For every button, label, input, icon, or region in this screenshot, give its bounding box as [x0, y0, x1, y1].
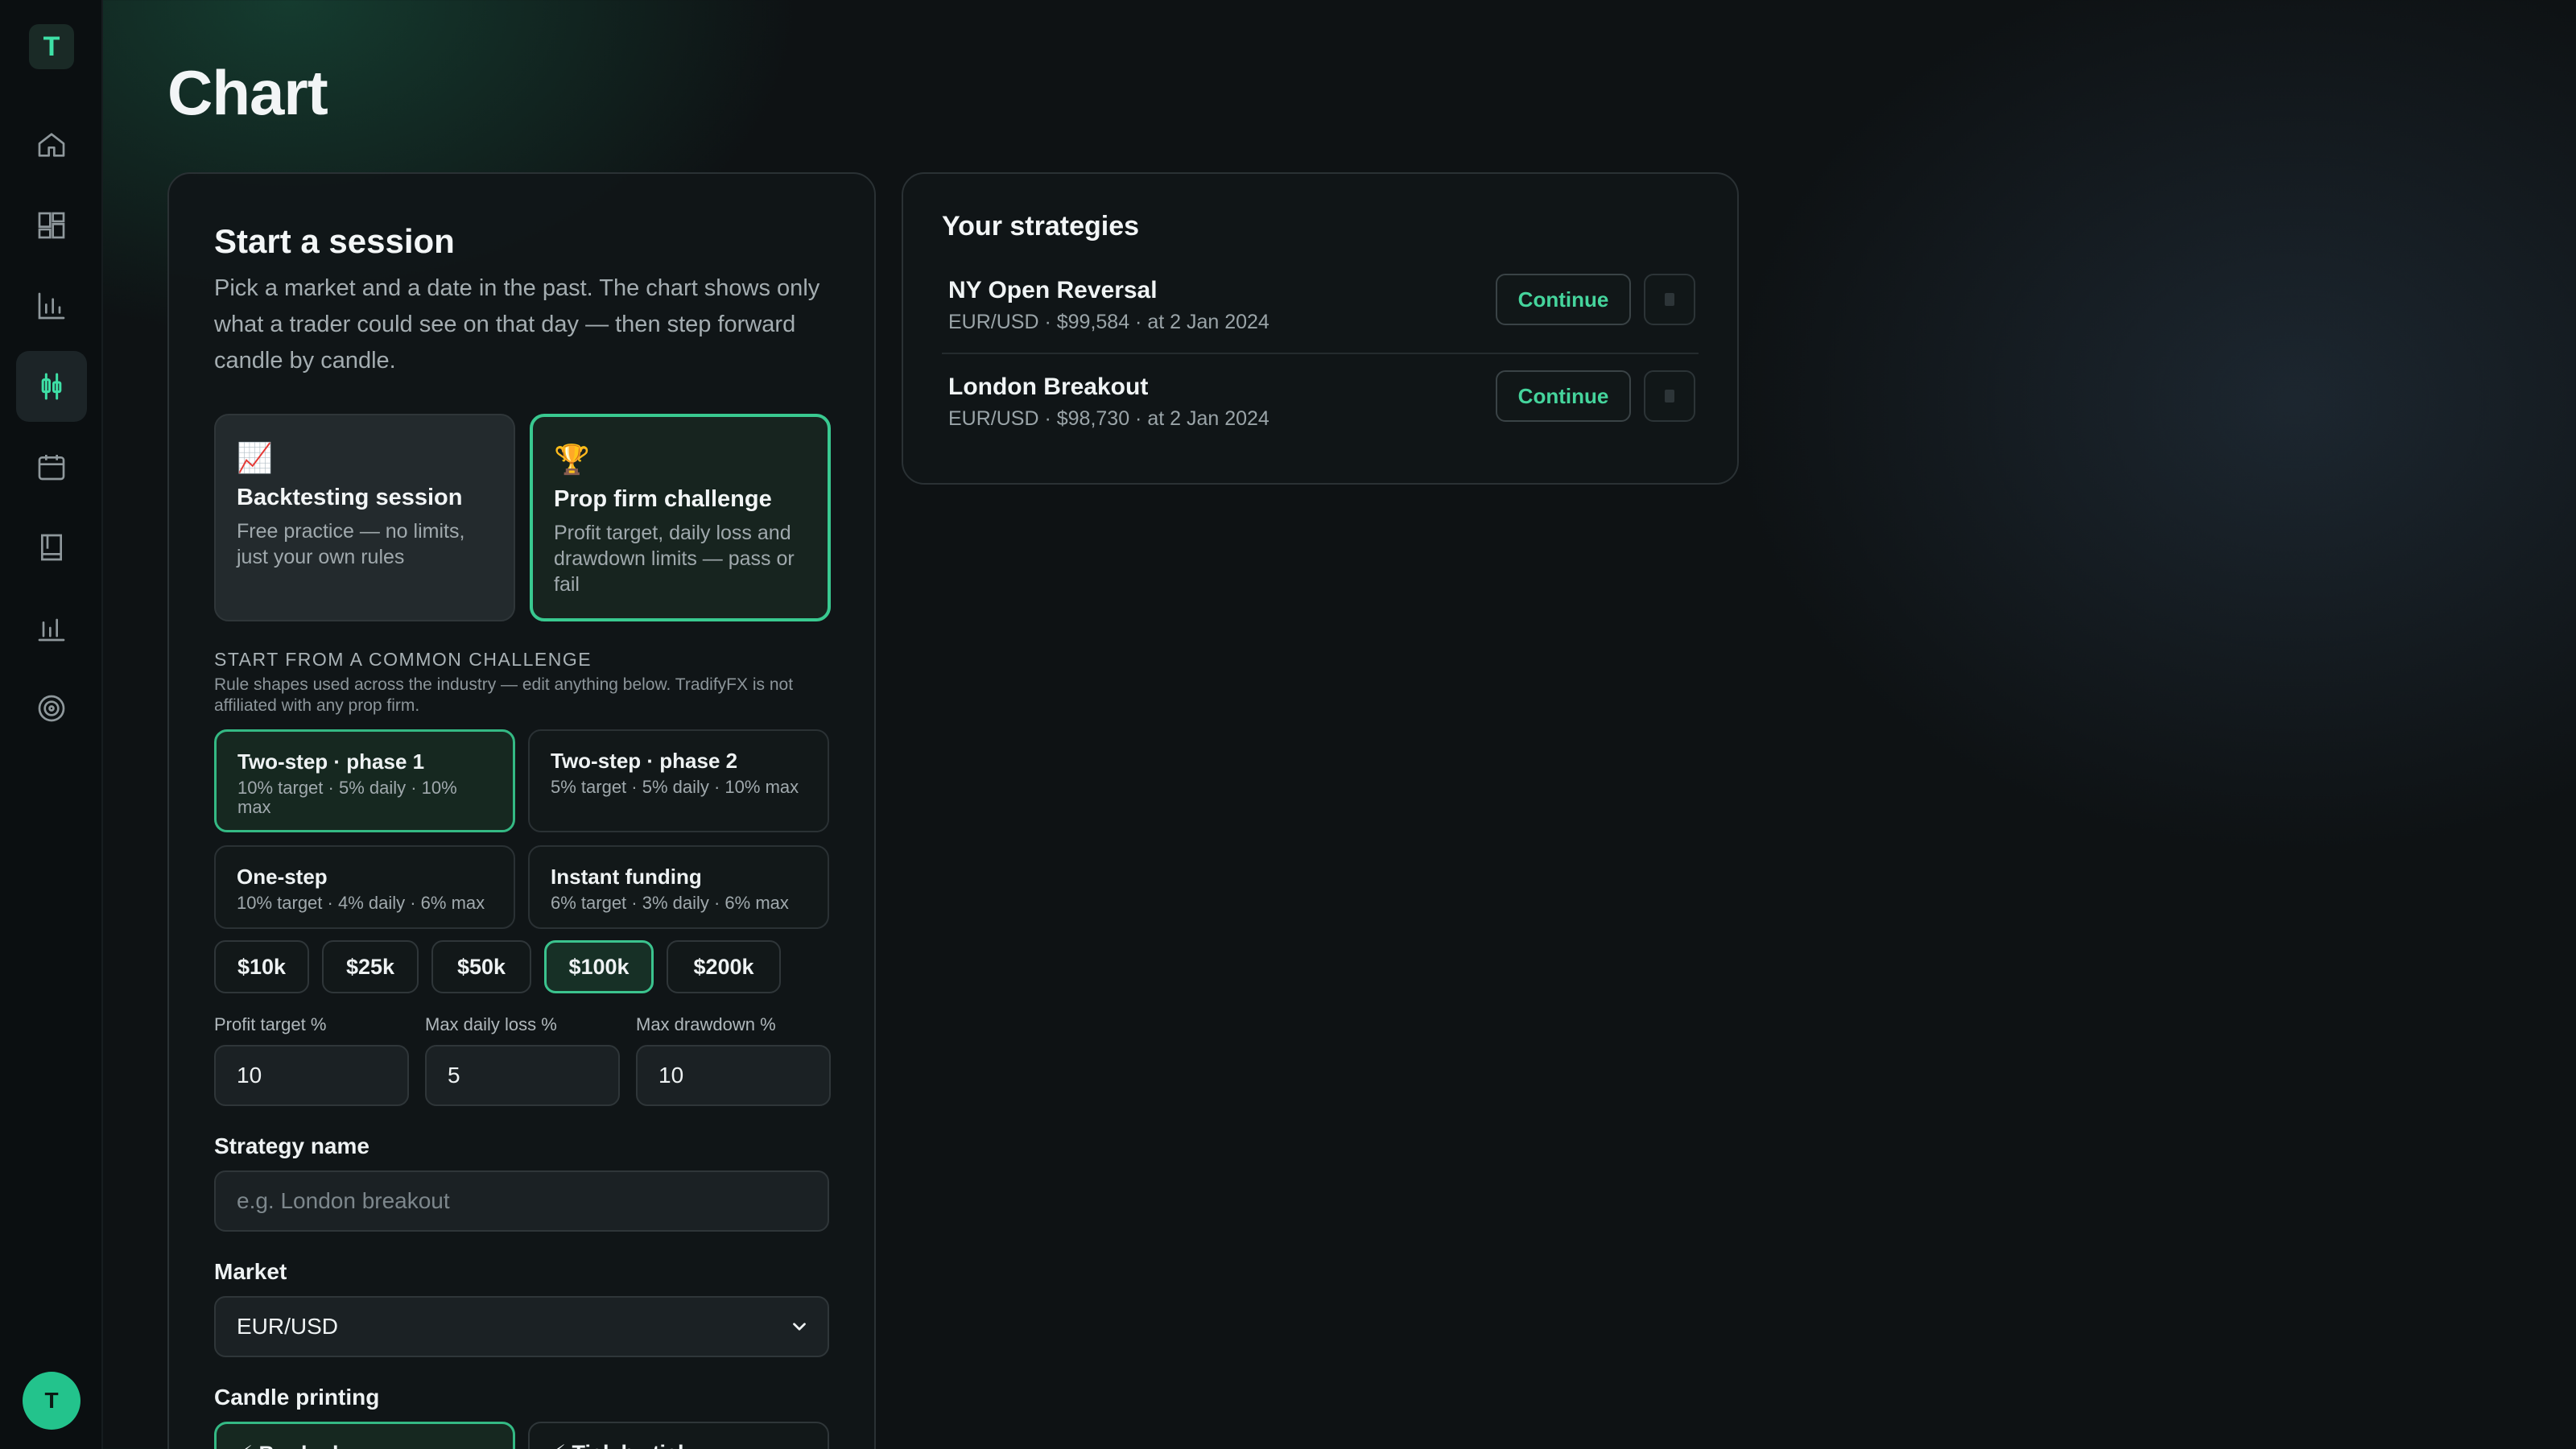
- delete-button[interactable]: [1644, 370, 1695, 422]
- row-divider: [942, 353, 1699, 354]
- chevron-down-icon: [793, 1323, 806, 1331]
- size-chip-10k[interactable]: $10k: [214, 940, 309, 993]
- preset-title: Instant funding: [551, 865, 702, 889]
- mode-title: Backtesting session: [237, 485, 463, 510]
- target-icon: [38, 695, 65, 722]
- market-value: EUR/USD: [237, 1314, 339, 1339]
- home-nav[interactable]: [16, 109, 87, 180]
- strategy-name-label: Strategy name: [214, 1133, 369, 1158]
- candle-printing-label: Candle printing: [214, 1385, 380, 1410]
- dashboard-icon: [38, 212, 65, 239]
- preset-title: One-step: [237, 865, 328, 889]
- session-description: Pick a market and a date in the past. Th…: [214, 275, 820, 374]
- market-select[interactable]: EUR/USD: [214, 1296, 829, 1357]
- preset-one-step[interactable]: One-step 10% target · 4% daily · 6% max: [214, 845, 515, 929]
- preset-two-step-phase-2[interactable]: Two-step · phase 2 5% target · 5% daily …: [528, 729, 829, 832]
- strategies-title: Your strategies: [942, 211, 1140, 242]
- app-logo[interactable]: T: [29, 24, 74, 69]
- preset-title: Two-step · phase 2: [551, 749, 738, 773]
- analytics-nav[interactable]: [16, 270, 87, 341]
- candle-printing-option-tick[interactable]: ⚡ Tick by tick: [528, 1422, 829, 1449]
- strategies-panel: Your strategies NY Open Reversal EUR/USD…: [902, 172, 1739, 485]
- chart-nav[interactable]: [16, 351, 87, 422]
- common-challenge-heading: START FROM A COMMON CHALLENGE: [214, 649, 592, 670]
- candle-option-label: ⚡ Tick by tick: [551, 1441, 690, 1449]
- delete-button[interactable]: [1644, 274, 1695, 325]
- preset-description: 10% target · 4% daily · 6% max: [237, 893, 485, 913]
- page-title: Chart: [167, 57, 328, 128]
- calendar-nav[interactable]: [16, 431, 87, 502]
- session-title: Start a session: [214, 222, 455, 260]
- size-chip-200k[interactable]: $200k: [667, 940, 781, 993]
- mode-description: Free practice — no limits, just your own…: [237, 520, 465, 568]
- reports-nav[interactable]: [16, 592, 87, 663]
- preset-two-step-phase-1[interactable]: Two-step · phase 1 10% target · 5% daily…: [214, 729, 515, 832]
- strategy-name: NY Open Reversal: [948, 277, 1158, 303]
- preset-description: 10% target · 5% daily · 10% max: [237, 778, 457, 817]
- common-challenge-note: Rule shapes used across the industry — e…: [214, 675, 794, 715]
- strategy-name: London Breakout: [948, 374, 1149, 400]
- continue-button[interactable]: Continue: [1496, 370, 1631, 422]
- mode-description: Profit target, daily loss and drawdown l…: [554, 522, 795, 596]
- strategy-row: London Breakout EUR/USD · $98,730 · at 2…: [942, 362, 1699, 456]
- max-drawdown-label: Max drawdown %: [636, 1014, 776, 1034]
- calendar-icon: [38, 455, 65, 481]
- preset-instant-funding[interactable]: Instant funding 6% target · 3% daily · 6…: [528, 845, 829, 929]
- trash-icon: [1665, 293, 1674, 306]
- dashboard-nav[interactable]: [16, 190, 87, 261]
- start-session-panel: Start a session Pick a market and a date…: [167, 172, 876, 1449]
- preset-description: 5% target · 5% daily · 10% max: [551, 777, 799, 797]
- profit-target-label: Profit target %: [214, 1014, 327, 1034]
- preset-title: Two-step · phase 1: [237, 749, 425, 774]
- journal-nav[interactable]: [16, 512, 87, 583]
- trophy-icon: 🏆: [554, 443, 590, 476]
- strategy-name-input[interactable]: e.g. London breakout: [214, 1170, 829, 1232]
- preset-description: 6% target · 3% daily · 6% max: [551, 893, 789, 913]
- trash-icon: [1665, 390, 1674, 402]
- stats-icon: [38, 618, 65, 642]
- max-drawdown-input[interactable]: 10: [636, 1045, 831, 1106]
- goals-nav[interactable]: [16, 673, 87, 744]
- candlestick-icon: [41, 373, 62, 400]
- size-chip-50k[interactable]: $50k: [431, 940, 531, 993]
- mode-title: Prop firm challenge: [554, 486, 772, 512]
- user-avatar[interactable]: T: [23, 1372, 80, 1430]
- candle-option-label: ⚡ Bar by bar: [237, 1442, 366, 1449]
- continue-button[interactable]: Continue: [1496, 274, 1631, 325]
- strategy-meta: EUR/USD · $99,584 · at 2 Jan 2024: [948, 311, 1269, 333]
- chart-up-icon: 📈: [237, 441, 273, 474]
- sidebar: T T: [0, 0, 103, 1449]
- home-icon: [38, 133, 65, 157]
- mode-backtesting-card[interactable]: 📈 Backtesting session Free practice — no…: [214, 414, 515, 621]
- max-daily-loss-input[interactable]: 5: [425, 1045, 620, 1106]
- candle-printing-option-bar[interactable]: ⚡ Bar by bar: [214, 1422, 515, 1449]
- size-chip-100k[interactable]: $100k: [544, 940, 654, 993]
- strategy-row: NY Open Reversal EUR/USD · $99,584 · at …: [942, 266, 1699, 359]
- max-daily-loss-label: Max daily loss %: [425, 1014, 557, 1034]
- bar-chart-icon: [38, 292, 65, 320]
- book-icon: [41, 534, 62, 561]
- mode-prop-firm-card[interactable]: 🏆 Prop firm challenge Profit target, dai…: [530, 414, 831, 621]
- profit-target-input[interactable]: 10: [214, 1045, 409, 1106]
- size-chip-25k[interactable]: $25k: [322, 940, 419, 993]
- strategy-meta: EUR/USD · $98,730 · at 2 Jan 2024: [948, 407, 1269, 430]
- market-label: Market: [214, 1259, 287, 1284]
